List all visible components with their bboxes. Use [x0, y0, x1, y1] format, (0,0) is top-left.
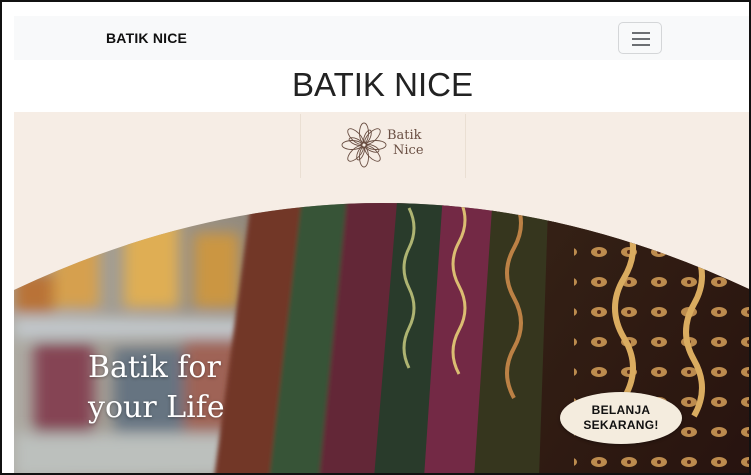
cta-line-2: SEKARANG!	[583, 418, 659, 432]
shop-now-button[interactable]: BELANJA SEKARANG!	[560, 392, 682, 444]
navbar-brand[interactable]: BATIK NICE	[106, 30, 187, 46]
browser-viewport: BATIK NICE BATIK NICE Batik Nice Batik f…	[0, 0, 751, 475]
navbar-toggler-button[interactable]	[618, 22, 662, 54]
title-bar: BATIK NICE	[14, 60, 749, 112]
logo-wordmark: Batik Nice	[387, 128, 424, 158]
tagline-line-1: Batik for	[88, 350, 221, 385]
hamburger-menu-icon	[632, 32, 650, 34]
logo-text-line-2: Nice	[393, 143, 424, 158]
tagline-line-2: your Life	[88, 390, 225, 425]
hero-tagline: Batik for your Life	[88, 348, 225, 428]
logo-text-line-1: Batik	[387, 128, 422, 143]
navbar: BATIK NICE	[14, 16, 749, 60]
cta-line-1: BELANJA	[591, 403, 651, 417]
mandala-flower-icon	[341, 122, 387, 168]
hero-section: Batik Nice Batik for your Life BELANJA S…	[14, 112, 749, 473]
logo[interactable]: Batik Nice	[300, 114, 466, 178]
page-title: BATIK NICE	[292, 66, 473, 103]
